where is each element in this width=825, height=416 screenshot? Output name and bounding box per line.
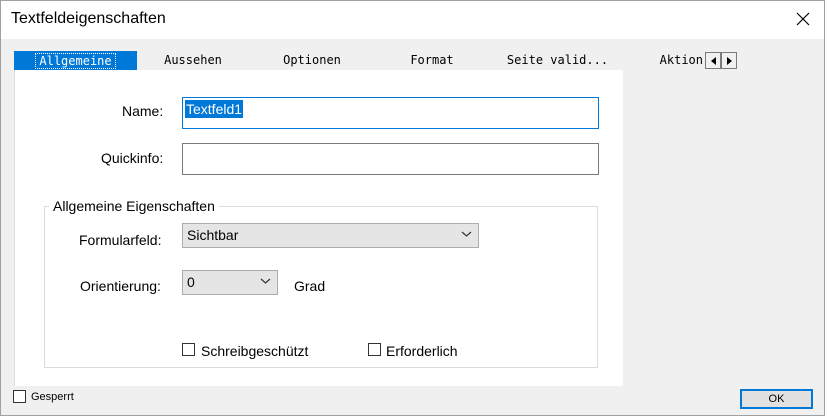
- orientierung-select[interactable]: 0: [182, 270, 278, 295]
- formularfeld-select-value: Sichtbar: [187, 227, 239, 243]
- formularfeld-select[interactable]: Sichtbar: [182, 223, 479, 248]
- tab-aussehen[interactable]: Aussehen: [137, 51, 249, 70]
- erforderlich-checkbox[interactable]: [368, 343, 381, 356]
- name-input-value: Textfeld1: [185, 100, 244, 118]
- chevron-down-icon: [461, 231, 472, 237]
- chevron-down-icon: [260, 278, 271, 284]
- tab-content-panel: Name: Textfeld1 Quickinfo: Allgemeine Ei…: [14, 70, 623, 386]
- tab-optionen[interactable]: Optionen: [249, 51, 375, 70]
- close-icon: [796, 12, 810, 26]
- tab-format[interactable]: Format: [375, 51, 489, 70]
- formularfeld-label: Formularfeld:: [79, 232, 162, 248]
- name-input[interactable]: Textfeld1: [182, 97, 599, 129]
- window-title: Textfeldeigenschaften: [11, 10, 166, 27]
- orientierung-unit: Grad: [294, 278, 326, 294]
- title-bar: Textfeldeigenschaften: [1, 1, 824, 39]
- tab-scroll-arrows: [705, 52, 737, 69]
- quickinfo-input[interactable]: [182, 143, 599, 175]
- ok-button[interactable]: OK: [740, 389, 813, 409]
- schreibgeschuetzt-label: Schreibgeschützt: [201, 343, 309, 359]
- erforderlich-label: Erforderlich: [386, 343, 458, 359]
- quickinfo-label: Quickinfo:: [101, 150, 164, 166]
- arrow-right-icon: [726, 56, 732, 65]
- side-panel: [623, 70, 724, 386]
- tab-scroll-left-button[interactable]: [705, 52, 721, 69]
- orientierung-label: Orientierung:: [80, 278, 161, 294]
- close-button[interactable]: [788, 5, 818, 33]
- name-label: Name:: [122, 103, 164, 119]
- schreibgeschuetzt-checkbox[interactable]: [182, 343, 195, 356]
- tab-scroll-right-button[interactable]: [721, 52, 737, 69]
- tab-strip: Allgemeine Aussehen Optionen Format Seit…: [14, 51, 737, 70]
- tab-seite-valid[interactable]: Seite valid...: [489, 51, 626, 70]
- gesperrt-checkbox[interactable]: [13, 390, 26, 403]
- gesperrt-label: Gesperrt: [31, 391, 74, 403]
- properties-dialog: Textfeldeigenschaften Allgemeine Aussehe…: [0, 0, 825, 416]
- group-title: Allgemeine Eigenschaften: [49, 198, 219, 214]
- tab-allgemeine[interactable]: Allgemeine: [14, 51, 137, 70]
- orientierung-select-value: 0: [187, 274, 195, 290]
- tab-aktion[interactable]: Aktion: [626, 51, 705, 70]
- arrow-left-icon: [710, 56, 716, 65]
